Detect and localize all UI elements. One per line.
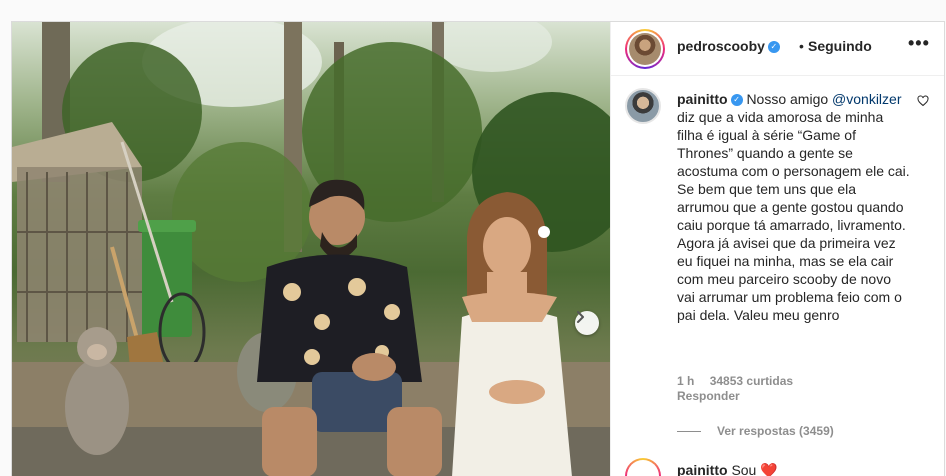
more-options-icon[interactable]: ••• — [908, 33, 930, 54]
commenter-avatar[interactable] — [625, 88, 661, 124]
next-comment-text: painitto Sou ❤️ — [677, 462, 778, 476]
author-username[interactable]: pedroscooby ✓ — [677, 38, 780, 54]
avatar-image — [629, 33, 661, 65]
photo-illustration — [12, 22, 610, 476]
instagram-post: pedroscooby ✓ • Seguindo ••• painitto ✓ No… — [11, 21, 945, 476]
post-header: pedroscooby ✓ • Seguindo ••• — [611, 22, 944, 76]
comment-meta: 1 h 34853 curtidas — [677, 374, 805, 388]
chevron-right-icon — [577, 311, 584, 323]
view-replies-label[interactable]: Ver respostas (3459) — [717, 424, 834, 438]
like-heart-icon[interactable] — [917, 95, 929, 107]
comment-likes[interactable]: 34853 curtidas — [710, 374, 793, 388]
comment-text: painitto ✓ Nosso amigo @vonkilzer diz que… — [677, 91, 910, 323]
post-sidebar: pedroscooby ✓ • Seguindo ••• painitto ✓ No… — [610, 22, 944, 476]
separator-dot: • — [799, 38, 804, 54]
verified-badge-icon: ✓ — [767, 41, 780, 54]
next-comment-partial: painitto Sou ❤️ — [625, 458, 944, 476]
following-button[interactable]: Seguindo — [808, 38, 872, 54]
verified-badge-icon: ✓ — [730, 94, 743, 107]
post-photo[interactable] — [12, 22, 610, 476]
mention-link[interactable]: @vonkilzer — [832, 91, 901, 107]
next-commenter-avatar[interactable] — [625, 458, 661, 476]
author-avatar[interactable] — [625, 29, 665, 69]
reply-button[interactable]: Responder — [677, 389, 740, 403]
commenter-username[interactable]: painitto — [677, 91, 728, 107]
comment-time: 1 h — [677, 374, 695, 388]
divider-line — [677, 430, 701, 432]
next-photo-button[interactable] — [575, 311, 599, 335]
view-replies-button[interactable]: Ver respostas (3459) — [677, 424, 834, 438]
